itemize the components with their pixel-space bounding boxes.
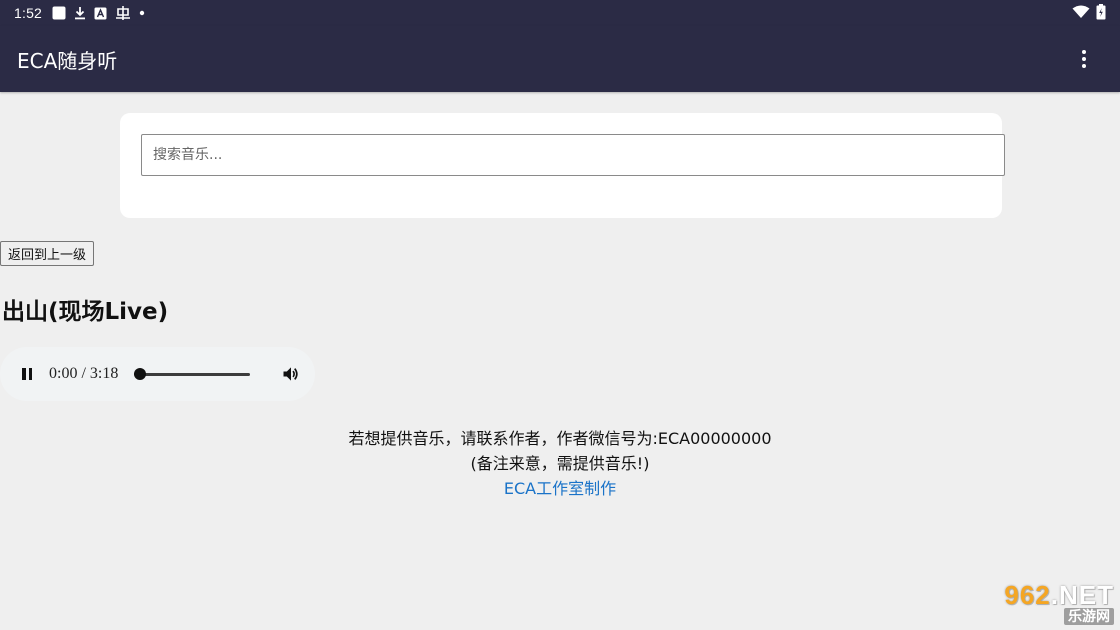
status-time: 1:52: [14, 5, 43, 21]
audio-player: 0:00 / 3:18: [0, 347, 315, 401]
battery-icon: [1096, 3, 1106, 23]
app-title: ECA随身听: [17, 48, 118, 73]
footer: 若想提供音乐，请联系作者，作者微信号为:ECA00000000 (备注来意，需提…: [0, 426, 1120, 501]
dot-icon: [139, 10, 145, 16]
pause-icon[interactable]: [16, 363, 38, 385]
font-a-icon: [94, 7, 107, 20]
back-button[interactable]: 返回到上一级: [0, 241, 95, 266]
watermark-suffix: .NET: [1050, 580, 1114, 610]
seek-slider[interactable]: [134, 367, 251, 381]
seek-thumb[interactable]: [134, 368, 147, 380]
studio-link[interactable]: ECA工作室制作: [504, 479, 616, 498]
time-display: 0:00 / 3:18: [49, 365, 119, 382]
watermark-number: 962: [1004, 580, 1051, 610]
download-icon: [74, 6, 86, 20]
bug-icon: [115, 5, 131, 21]
seek-track: [134, 373, 251, 376]
note-text: (备注来意，需提供音乐!): [470, 454, 650, 473]
search-input[interactable]: [141, 134, 1005, 176]
watermark-text: 乐游网: [1064, 608, 1114, 625]
watermark-logo: 962.NET 乐游网: [980, 582, 1114, 626]
search-card: [120, 113, 1005, 218]
volume-icon[interactable]: [279, 362, 303, 386]
more-vert-icon[interactable]: [1072, 47, 1096, 71]
status-bar: 1:52: [0, 0, 1120, 26]
app-bar: ECA随身听: [0, 26, 1120, 92]
app-square-icon: [52, 6, 66, 20]
song-title: 出山(现场Live): [2, 299, 169, 325]
contact-text: 若想提供音乐，请联系作者，作者微信号为:ECA00000000: [348, 429, 772, 448]
wifi-icon: [1072, 5, 1090, 22]
